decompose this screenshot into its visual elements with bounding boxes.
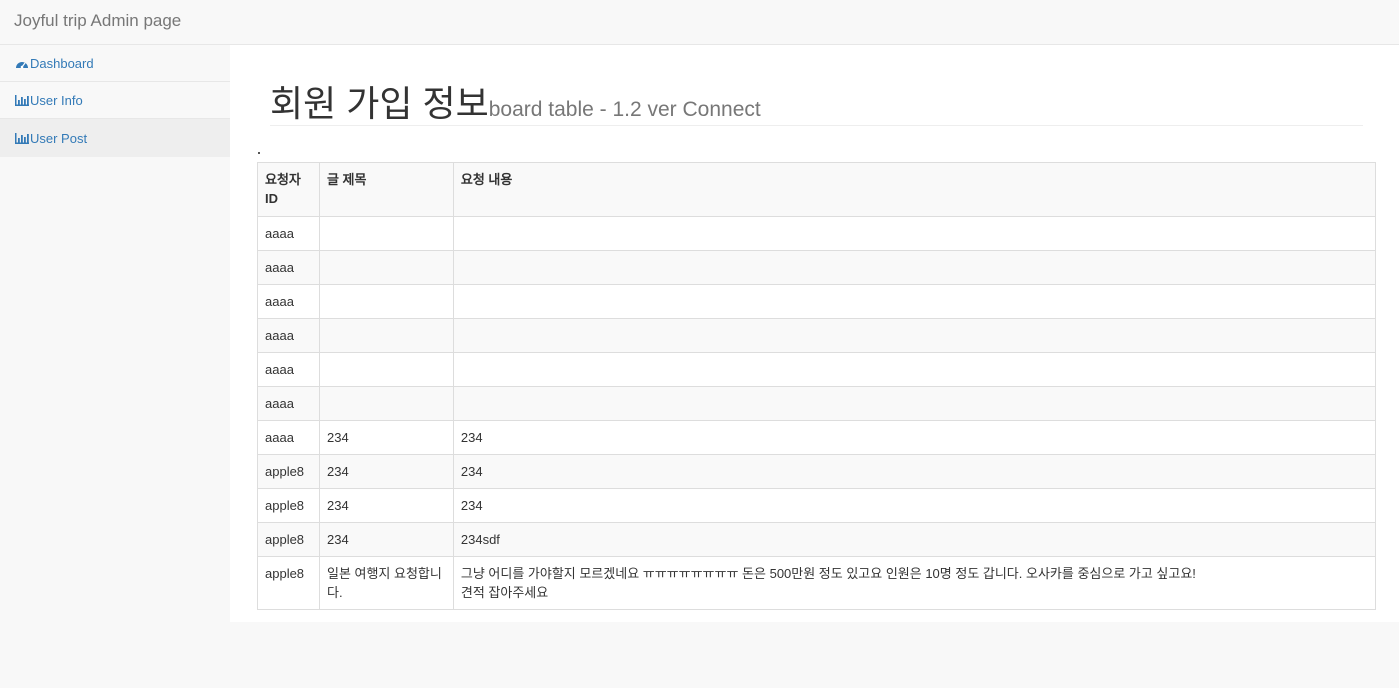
cell-request-content <box>452 352 1377 387</box>
table-row: apple8 234 234sdf <box>257 522 1377 557</box>
table-row: aaaa <box>257 318 1377 353</box>
cell-requester-id: aaaa <box>257 216 320 251</box>
cell-requester-id: apple8 <box>257 488 320 523</box>
cell-request-content: 234sdf <box>452 522 1377 557</box>
sidebar-item-label: User Post <box>30 130 88 146</box>
table-row: aaaa <box>257 216 1377 251</box>
cell-post-title <box>318 216 454 251</box>
bar-chart-icon <box>15 132 29 144</box>
cell-requester-id: apple8 <box>257 556 320 610</box>
sidebar-item-label: Dashboard <box>30 55 94 71</box>
dashboard-icon <box>15 58 29 69</box>
cell-request-content: 그냥 어디를 가야할지 모르겠네요 ㅠㅠㅠㅠㅠㅠㅠㅠ 돈은 500만원 정도 있… <box>452 556 1377 610</box>
cell-request-content <box>452 386 1377 421</box>
table-row: aaaa <box>257 284 1377 319</box>
cell-requester-id: aaaa <box>257 284 320 319</box>
cell-post-title <box>318 352 454 387</box>
cell-request-content: 234 <box>452 454 1377 489</box>
cell-requester-id: aaaa <box>257 420 320 455</box>
table-row: apple8 일본 여행지 요청합니다. 그냥 어디를 가야할지 모르겠네요 ㅠ… <box>257 556 1377 610</box>
cell-requester-id: aaaa <box>257 352 320 387</box>
cell-post-title: 일본 여행지 요청합니다. <box>318 556 454 610</box>
column-header-post-title: 글 제목 <box>318 162 454 217</box>
sidebar-item-label: User Info <box>30 92 83 108</box>
cell-requester-id: aaaa <box>257 318 320 353</box>
sidebar-item-user-info[interactable]: User Info <box>0 82 230 119</box>
brand-title[interactable]: Joyful trip Admin page <box>14 11 181 31</box>
cell-request-content: 234 <box>452 488 1377 523</box>
cell-post-title: 234 <box>318 454 454 489</box>
table-row: apple8 234 234 <box>257 454 1377 489</box>
cell-request-content: 234 <box>452 420 1377 455</box>
cell-request-content <box>452 250 1377 285</box>
table-row: aaaa <box>257 352 1377 387</box>
table-row: aaaa <box>257 386 1377 421</box>
cell-requester-id: apple8 <box>257 522 320 557</box>
top-navbar: Joyful trip Admin page <box>0 0 1399 45</box>
cell-request-content <box>452 284 1377 319</box>
page-title: 회원 가입 정보 <box>270 83 489 124</box>
sidebar: Dashboard User Info User Post <box>0 45 230 688</box>
cell-request-content <box>452 318 1377 353</box>
bar-chart-icon <box>15 94 29 106</box>
table-row: aaaa <box>257 250 1377 285</box>
cell-request-content <box>452 216 1377 251</box>
cell-post-title <box>318 318 454 353</box>
cell-post-title: 234 <box>318 522 454 557</box>
cell-post-title <box>318 284 454 319</box>
page-header: 회원 가입 정보board table - 1.2 ver Connect <box>270 75 1363 126</box>
board-table: 요청자 ID 글 제목 요청 내용 aaaa aaaa aaaa aaaa aa… <box>257 162 1377 610</box>
table-header-row: 요청자 ID 글 제목 요청 내용 <box>257 162 1377 217</box>
cell-post-title: 234 <box>318 488 454 523</box>
table-row: aaaa 234 234 <box>257 420 1377 455</box>
cell-requester-id: aaaa <box>257 386 320 421</box>
column-header-requester-id: 요청자 ID <box>257 162 320 217</box>
sidebar-item-user-post[interactable]: User Post <box>0 119 230 157</box>
main-content: 회원 가입 정보board table - 1.2 ver Connect 요청… <box>230 45 1399 622</box>
stray-dot <box>258 152 260 154</box>
cell-post-title: 234 <box>318 420 454 455</box>
cell-post-title <box>318 250 454 285</box>
cell-post-title <box>318 386 454 421</box>
cell-requester-id: aaaa <box>257 250 320 285</box>
cell-requester-id: apple8 <box>257 454 320 489</box>
table-row: apple8 234 234 <box>257 488 1377 523</box>
page-subtitle: board table - 1.2 ver Connect <box>488 98 761 121</box>
request-content-text: 그냥 어디를 가야할지 모르겠네요 ㅠㅠㅠㅠㅠㅠㅠㅠ 돈은 500만원 정도 있… <box>460 566 1196 600</box>
column-header-request-content: 요청 내용 <box>452 162 1377 217</box>
sidebar-item-dashboard[interactable]: Dashboard <box>0 45 230 82</box>
